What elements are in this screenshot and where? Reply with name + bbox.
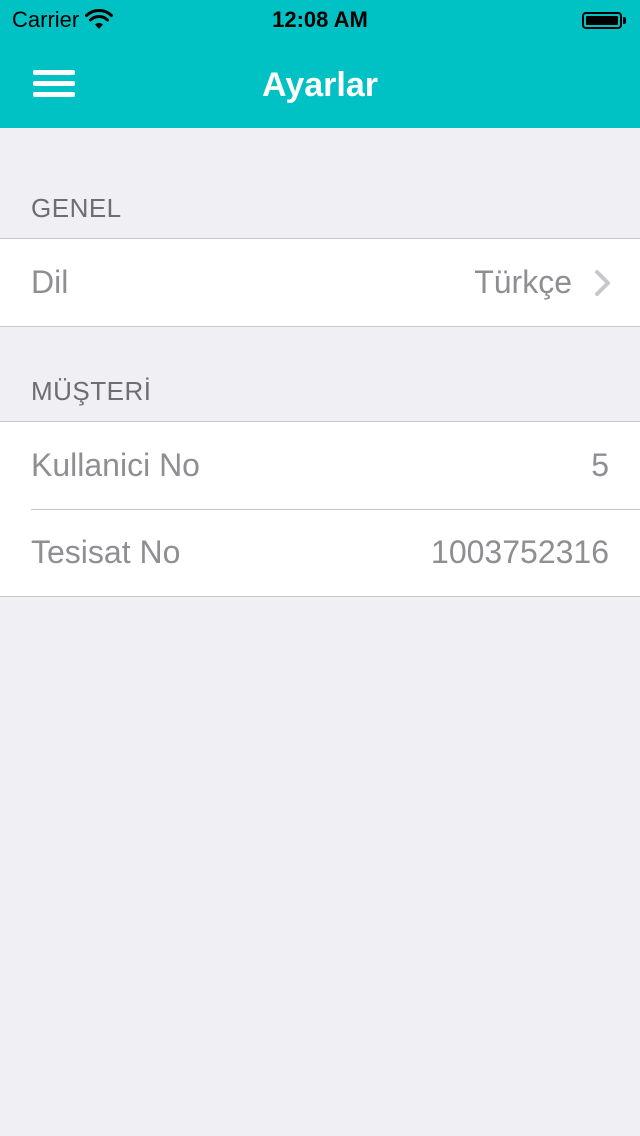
page-title: Ayarlar [262,66,378,104]
battery-fill [586,15,618,25]
battery-nub [623,16,626,24]
user-number-value: 5 [591,447,609,483]
battery-icon [582,9,628,31]
status-bar: Carrier 12:08 AM [0,0,640,40]
language-label: Dil [31,264,69,300]
user-number-row: Kullanici No 5 [0,422,640,509]
installation-number-value: 1003752316 [431,534,609,570]
language-value: Türkçe [474,264,572,300]
battery-body [582,11,622,29]
chevron-right-icon [595,269,610,296]
language-row[interactable]: Dil Türkçe [0,239,640,326]
header: Carrier 12:08 AM Ayarlar [0,0,640,128]
section-header-general: GENEL [31,193,122,223]
installation-number-row: Tesisat No 1003752316 [0,509,640,596]
user-number-label: Kullanici No [31,447,200,483]
general-group: Dil Türkçe [0,238,640,327]
customer-group: Kullanici No 5 Tesisat No 1003752316 [0,421,640,597]
status-time: 12:08 AM [272,7,368,32]
nav-bar: Ayarlar [0,40,640,128]
section-header-customer: MÜŞTERİ [31,376,152,406]
installation-number-label: Tesisat No [31,534,181,570]
